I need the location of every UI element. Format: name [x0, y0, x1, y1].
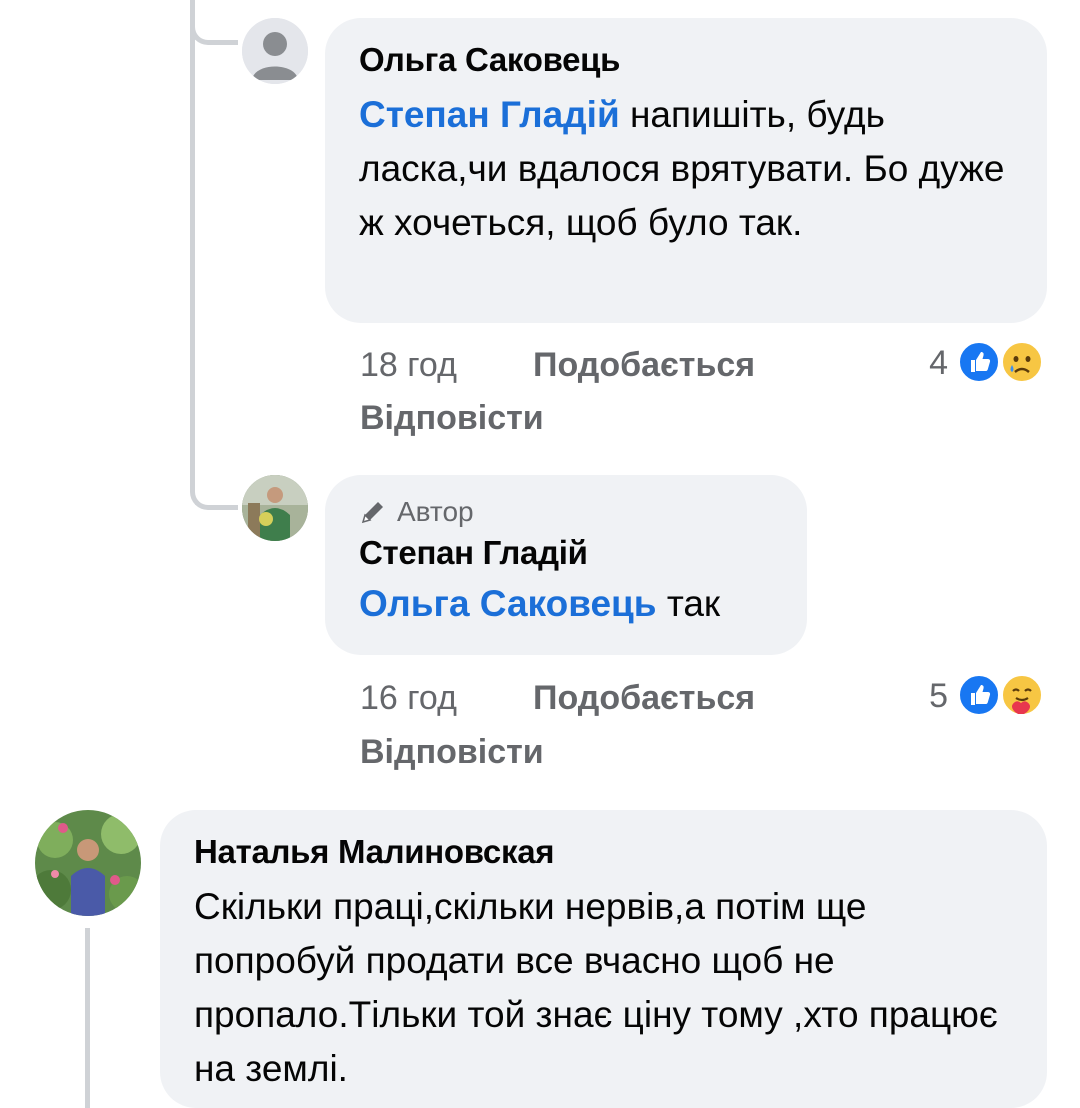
comment-time[interactable]: 16 год	[360, 678, 457, 718]
like-icon[interactable]	[957, 340, 1001, 384]
reaction-count[interactable]: 5	[910, 676, 948, 716]
thread-elbow-1	[190, 0, 238, 45]
care-icon[interactable]	[1000, 673, 1044, 717]
user-photo	[242, 475, 308, 541]
mention-link[interactable]: Степан Гладій	[359, 94, 620, 135]
comment-text: Скільки праці,скільки нервів,а потім ще …	[194, 886, 998, 1089]
comment-author[interactable]: Степан Гладій	[359, 533, 773, 573]
mention-link[interactable]: Ольга Саковець	[359, 583, 657, 624]
default-user-icon	[242, 18, 308, 84]
comment-bubble: Ольга Саковець Степан Гладій напишіть, б…	[325, 18, 1047, 323]
thread-line-reply	[85, 928, 90, 1108]
avatar[interactable]	[242, 475, 308, 541]
comment-text-block: Степан Гладій напишіть, будь ласка,чи вд…	[359, 88, 1013, 250]
author-badge-label: Автор	[397, 496, 474, 527]
comment-author[interactable]: Наталья Малиновская	[194, 832, 1013, 872]
like-button[interactable]: Подобається	[533, 678, 755, 718]
reply-button[interactable]: Відповісти	[360, 398, 544, 438]
avatar[interactable]	[35, 810, 141, 916]
comment-bubble: Автор Степан Гладій Ольга Саковець так	[325, 475, 807, 655]
reply-button[interactable]: Відповісти	[360, 732, 544, 772]
sad-icon[interactable]	[1000, 340, 1044, 384]
comment-text: так	[666, 583, 721, 624]
thread-elbow-2	[190, 460, 238, 510]
like-button[interactable]: Подобається	[533, 345, 755, 385]
like-icon[interactable]	[957, 673, 1001, 717]
comment-text-block: Ольга Саковець так	[359, 577, 773, 631]
author-badge: Автор	[359, 495, 773, 529]
comment-bubble: Наталья Малиновская Скільки праці,скільк…	[160, 810, 1047, 1108]
user-photo	[35, 810, 141, 916]
reaction-count[interactable]: 4	[910, 343, 948, 383]
pencil-icon	[361, 502, 383, 524]
comment-time[interactable]: 18 год	[360, 345, 457, 385]
comment-author[interactable]: Ольга Саковець	[359, 40, 1013, 80]
avatar[interactable]	[242, 18, 308, 84]
thread-line-main	[190, 0, 195, 480]
